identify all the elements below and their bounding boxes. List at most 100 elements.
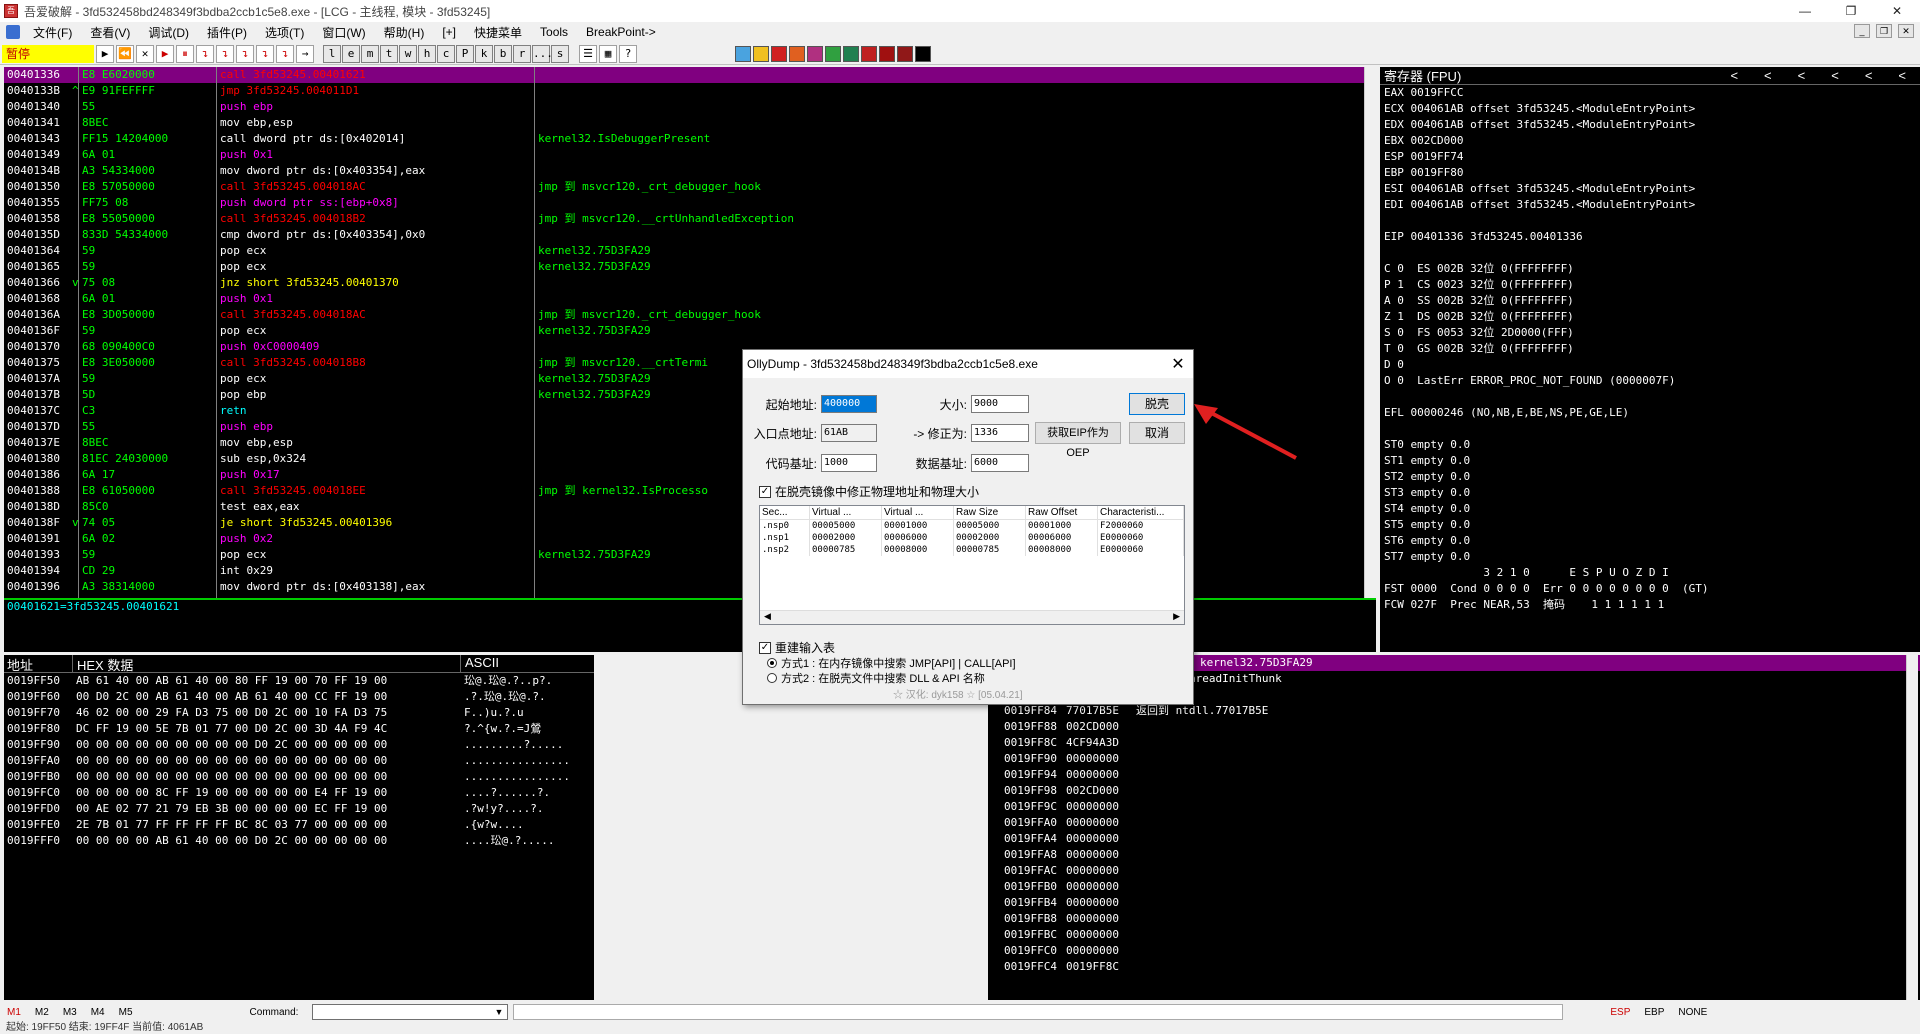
- stack-mode-none[interactable]: NONE: [1671, 1007, 1714, 1018]
- disasm-row[interactable]: 00401366 v 75 08 jnz short 3fd53245.0040137…: [4, 275, 1376, 291]
- entry-point-input[interactable]: 61AB: [821, 424, 877, 442]
- disassembly-scrollbar[interactable]: [1364, 67, 1376, 598]
- memory-dump-pane[interactable]: 地址 HEX 数据 ASCII 0019FF50 AB 61 40 00 AB 6…: [4, 655, 594, 1000]
- menu-window[interactable]: 窗口(W): [313, 24, 374, 41]
- memory-tab-m4[interactable]: M4: [84, 1007, 112, 1018]
- memory-tab-m1[interactable]: M1: [0, 1007, 28, 1018]
- step-into-icon[interactable]: ↴: [196, 44, 214, 63]
- rebuild-import-checkbox[interactable]: ✓ 重建输入表: [759, 639, 835, 656]
- register-line[interactable]: ECX 004061AB offset 3fd53245.<ModuleEntr…: [1380, 101, 1920, 117]
- stack-row[interactable]: 0019FF94 00000000: [988, 767, 1920, 783]
- stack-row[interactable]: 0019FFB0 00000000: [988, 879, 1920, 895]
- stack-row[interactable]: 0019FF9C 00000000: [988, 799, 1920, 815]
- references-window-button[interactable]: r: [513, 44, 531, 63]
- execute-till-return-icon[interactable]: ↴: [276, 44, 294, 63]
- memory-tab-m3[interactable]: M3: [56, 1007, 84, 1018]
- plugin-icon[interactable]: [771, 45, 787, 62]
- register-line[interactable]: EIP 00401336 3fd53245.00401336: [1380, 229, 1920, 245]
- memory-tab-m5[interactable]: M5: [112, 1007, 140, 1018]
- stack-row[interactable]: 0019FF88 002CD000: [988, 719, 1920, 735]
- disasm-row[interactable]: 0040136F 59 pop ecx kernel32.75D3FA29: [4, 323, 1376, 339]
- register-line[interactable]: ST5 empty 0.0: [1380, 517, 1920, 533]
- menu-plugins[interactable]: 插件(P): [198, 24, 256, 41]
- disasm-row[interactable]: 0040134B A3 54334000 mov dword ptr ds:[0x4…: [4, 163, 1376, 179]
- register-line[interactable]: O 0 LastErr ERROR_PROC_NOT_FOUND (000000…: [1380, 373, 1920, 389]
- stack-row[interactable]: 0019FFA4 00000000: [988, 831, 1920, 847]
- disasm-row[interactable]: 0040135D 833D 54334000 cmp dword ptr ds:[0…: [4, 227, 1376, 243]
- memory-tab-m2[interactable]: M2: [28, 1007, 56, 1018]
- disasm-row[interactable]: 00401364 59 pop ecx kernel32.75D3FA29: [4, 243, 1376, 259]
- callstack-window-button[interactable]: k: [475, 44, 493, 63]
- reg-arrow-icon[interactable]: <: [1865, 68, 1873, 83]
- col-section[interactable]: Sec...: [760, 506, 810, 519]
- stack-mode-esp[interactable]: ESP: [1603, 1007, 1637, 1018]
- rewind-icon[interactable]: ⏪: [116, 44, 134, 63]
- register-line[interactable]: FCW 027F Prec NEAR,53 掩码 1 1 1 1 1 1: [1380, 597, 1920, 613]
- register-line[interactable]: EBP 0019FF80: [1380, 165, 1920, 181]
- goto-icon[interactable]: →: [296, 44, 314, 63]
- plugin-icon[interactable]: [861, 45, 877, 62]
- section-row[interactable]: .nsp0 00005000 00001000 00005000 00001000 F20…: [760, 520, 1184, 532]
- stack-row[interactable]: 0019FFAC 00000000: [988, 863, 1920, 879]
- dump-row[interactable]: 0019FFF0 00 00 00 00 AB 61 40 00 00 D0 2C…: [4, 833, 594, 849]
- register-line[interactable]: S 0 FS 0053 32位 2D0000(FFF): [1380, 325, 1920, 341]
- memory-window-button[interactable]: m: [361, 44, 379, 63]
- register-line[interactable]: [1380, 421, 1920, 437]
- register-line[interactable]: ST3 empty 0.0: [1380, 485, 1920, 501]
- menu-debug[interactable]: 调试(D): [139, 24, 198, 41]
- dump-row[interactable]: 0019FFA0 00 00 00 00 00 00 00 00 00 00 00…: [4, 753, 594, 769]
- reg-arrow-icon[interactable]: <: [1764, 68, 1772, 83]
- dump-row[interactable]: 0019FFC0 00 00 00 00 8C FF 19 00 00 00 00…: [4, 785, 594, 801]
- reg-arrow-icon[interactable]: <: [1898, 68, 1906, 83]
- dump-button[interactable]: 脱壳: [1129, 393, 1185, 415]
- col-raw-offset[interactable]: Raw Offset: [1026, 506, 1098, 519]
- col-characteristics[interactable]: Characteristi...: [1098, 506, 1184, 519]
- col-virtual-size[interactable]: Virtual ...: [810, 506, 882, 519]
- chevron-down-icon[interactable]: ▼: [494, 1007, 503, 1017]
- dump-row[interactable]: 0019FF90 00 00 00 00 00 00 00 00 00 D0 2C…: [4, 737, 594, 753]
- close-button[interactable]: ✕: [1874, 0, 1920, 22]
- plugin-icon[interactable]: [789, 45, 805, 62]
- close-process-icon[interactable]: ✕: [136, 44, 154, 63]
- register-line[interactable]: [1380, 389, 1920, 405]
- mdi-minimize-button[interactable]: _: [1854, 24, 1870, 38]
- disasm-row[interactable]: 00401368 6A 01 push 0x1: [4, 291, 1376, 307]
- dump-col-ascii[interactable]: ASCII: [460, 655, 594, 672]
- stack-row[interactable]: 0019FFBC 00000000: [988, 927, 1920, 943]
- data-base-input[interactable]: 6000: [971, 454, 1029, 472]
- method1-radio[interactable]: 方式1 : 在内存镜像中搜索 JMP[API] | CALL[API]: [767, 655, 1016, 671]
- section-row[interactable]: .nsp2 00000785 00008000 00000785 00008000 E00…: [760, 544, 1184, 556]
- register-line[interactable]: P 1 CS 0023 32位 0(FFFFFFFF): [1380, 277, 1920, 293]
- dump-col-hex[interactable]: HEX 数据: [72, 655, 460, 673]
- register-line[interactable]: FST 0000 Cond 0 0 0 0 Err 0 0 0 0 0 0 0 …: [1380, 581, 1920, 597]
- plugin-icon[interactable]: [825, 45, 841, 62]
- register-line[interactable]: T 0 GS 002B 32位 0(FFFFFFFF): [1380, 341, 1920, 357]
- log-window-button[interactable]: l: [323, 44, 341, 63]
- plugin-icon[interactable]: [735, 45, 751, 62]
- reg-arrow-icon[interactable]: <: [1730, 68, 1738, 83]
- dump-row[interactable]: 0019FF80 DC FF 19 00 5E 7B 01 77 00 D0 2C…: [4, 721, 594, 737]
- list-icon[interactable]: ☰: [579, 44, 597, 63]
- system-menu-icon[interactable]: [6, 25, 20, 39]
- pause-icon[interactable]: ⏸: [176, 44, 194, 63]
- register-line[interactable]: A 0 SS 002B 32位 0(FFFFFFFF): [1380, 293, 1920, 309]
- patches-window-button[interactable]: P: [456, 44, 474, 63]
- stack-scrollbar[interactable]: [1906, 655, 1918, 1000]
- plugin-icon[interactable]: [879, 45, 895, 62]
- open-icon[interactable]: ▶: [96, 44, 114, 63]
- stack-row[interactable]: 0019FFA0 00000000: [988, 815, 1920, 831]
- stack-mode-ebp[interactable]: EBP: [1637, 1007, 1671, 1018]
- disasm-row[interactable]: 0040133B ^ E9 91FEFFFF jmp 3fd53245.004011D…: [4, 83, 1376, 99]
- stack-row[interactable]: 0019FFC0 00000000: [988, 943, 1920, 959]
- windows-window-button[interactable]: w: [399, 44, 417, 63]
- col-virtual-offset[interactable]: Virtual ...: [882, 506, 954, 519]
- dump-row[interactable]: 0019FF60 00 D0 2C 00 AB 61 40 00 AB 61 40…: [4, 689, 594, 705]
- stack-pane[interactable]: kernel32.75D3FA29 32.BaseThreadInitThunk…: [988, 655, 1920, 1000]
- register-line[interactable]: EDX 004061AB offset 3fd53245.<ModuleEntr…: [1380, 117, 1920, 133]
- cpu-window-button[interactable]: c: [437, 44, 455, 63]
- disasm-row[interactable]: 00401365 59 pop ecx kernel32.75D3FA29: [4, 259, 1376, 275]
- stack-row[interactable]: 0019FFB4 00000000: [988, 895, 1920, 911]
- plugin-icon[interactable]: [807, 45, 823, 62]
- options-icon[interactable]: ▦: [599, 44, 617, 63]
- handles-window-button[interactable]: h: [418, 44, 436, 63]
